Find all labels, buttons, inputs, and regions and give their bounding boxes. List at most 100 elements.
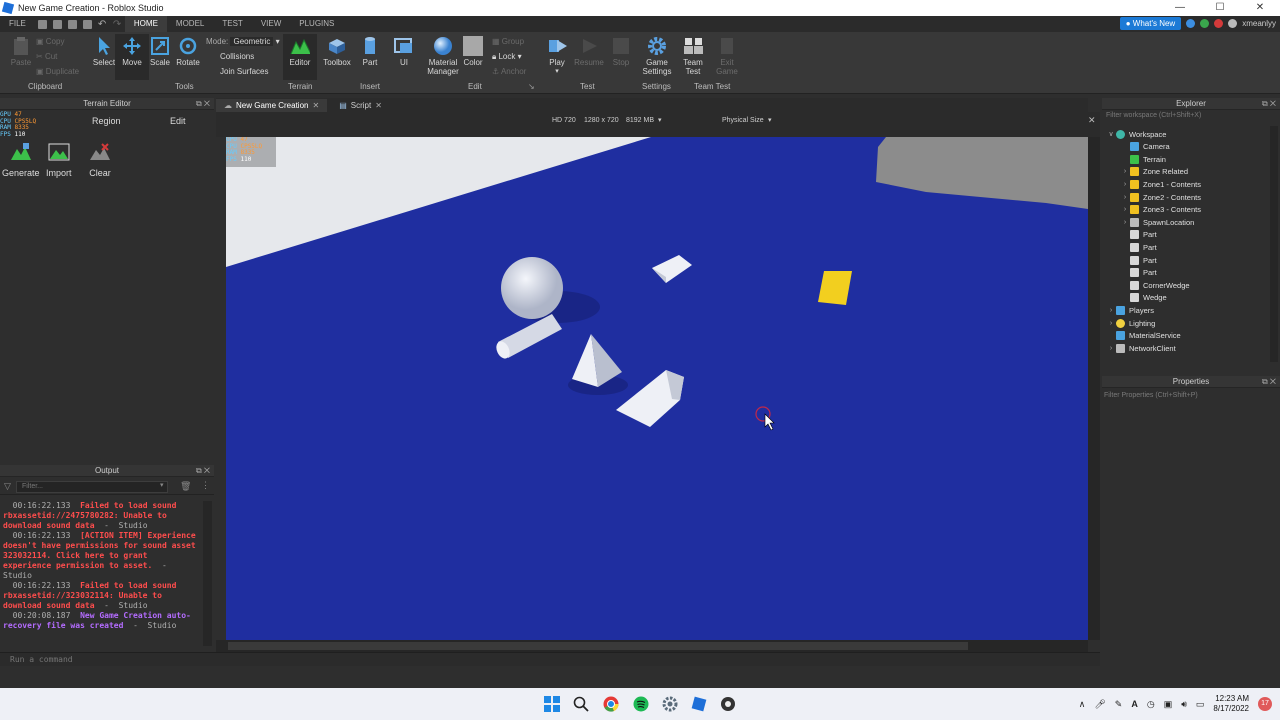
tab-test[interactable]: TEST <box>213 16 251 32</box>
mode-dropdown[interactable]: Mode: Geometric ▾ <box>206 37 280 46</box>
obs-record-icon[interactable] <box>719 695 737 713</box>
explorer-item-lighting[interactable]: › Lighting <box>1106 317 1155 329</box>
explorer-item-part[interactable]: Part <box>1120 241 1157 253</box>
viewport-vertical-scrollbar[interactable] <box>1088 137 1100 640</box>
group-button[interactable]: ▦ Group <box>492 37 524 46</box>
explorer-item-part[interactable]: Part <box>1120 254 1157 266</box>
expand-chevron-icon[interactable]: › <box>1106 345 1116 352</box>
search-icon[interactable] <box>572 695 590 713</box>
part-button[interactable]: Part <box>353 36 387 67</box>
maximize-button[interactable]: ☐ <box>1200 0 1240 16</box>
whats-new-button[interactable]: ● What's New <box>1119 17 1182 30</box>
volume-icon[interactable]: 🔊︎ <box>1181 699 1187 710</box>
output-line[interactable]: 00:16:22.133 [ACTION ITEM] Experience do… <box>3 531 199 581</box>
resolution-label[interactable]: 1280 x 720 <box>584 117 619 124</box>
expand-chevron-icon[interactable]: › <box>1120 168 1130 175</box>
microphone-icon[interactable]: 🎤︎ <box>1094 699 1105 710</box>
tab-model[interactable]: MODEL <box>167 16 213 32</box>
close-tab-icon[interactable]: ✕ <box>312 101 319 110</box>
output-window-controls[interactable]: ⧉ ✕ <box>196 465 210 477</box>
tab-home[interactable]: HOME <box>124 16 167 32</box>
explorer-window-controls[interactable]: ⧉ ✕ <box>1262 98 1276 110</box>
resume-button[interactable]: Resume <box>572 36 606 67</box>
explorer-item-wedge[interactable]: Wedge <box>1120 292 1167 304</box>
chrome-icon[interactable] <box>602 695 620 713</box>
settings-gear-icon[interactable] <box>661 695 679 713</box>
clock-app-icon[interactable]: ◷ <box>1147 699 1155 710</box>
roblox-studio-taskbar-icon[interactable] <box>690 695 708 713</box>
toolbox-button[interactable]: Toolbox <box>320 36 354 67</box>
quality-label[interactable]: HD 720 <box>552 117 576 124</box>
expand-chevron-icon[interactable]: › <box>1120 181 1130 188</box>
explorer-item-materialservice[interactable]: MaterialService <box>1106 330 1181 342</box>
ui-button[interactable]: UI <box>387 36 421 67</box>
explorer-scrollbar[interactable] <box>1270 126 1278 362</box>
tray-expand-icon[interactable]: ∧ <box>1079 699 1086 710</box>
viewport-horizontal-scrollbar[interactable] <box>216 640 1088 652</box>
stop-button[interactable]: Stop <box>604 36 638 67</box>
team-test-button[interactable]: Team Test <box>676 36 710 76</box>
explorer-item-terrain[interactable]: Terrain <box>1120 153 1166 165</box>
tab-script[interactable]: ▤ Script ✕ <box>331 99 390 112</box>
clear-output-icon[interactable]: 🗑︎ <box>180 481 191 492</box>
file-menu[interactable]: FILE <box>0 16 35 32</box>
open-file-icon[interactable] <box>52 19 62 29</box>
team-create-icon[interactable] <box>1200 19 1210 28</box>
command-input[interactable] <box>0 653 1090 665</box>
lock-button[interactable]: 🔒︎ Lock ▾ <box>492 52 522 62</box>
duplicate-button[interactable]: ▣ Duplicate <box>36 67 79 76</box>
expand-chevron-icon[interactable]: › <box>1120 206 1130 213</box>
share-icon[interactable] <box>1228 19 1238 28</box>
expand-chevron-icon[interactable]: › <box>1106 307 1116 314</box>
output-filter-input[interactable]: Filter... <box>16 481 168 493</box>
play-button[interactable]: Play ▾ <box>540 36 574 75</box>
notification-badge[interactable]: 17 <box>1258 697 1272 711</box>
explorer-filter-input[interactable]: Filter workspace (Ctrl+Shift+X) <box>1104 112 1278 124</box>
explorer-item-zone1-contents[interactable]: › Zone1 - Contents <box>1120 178 1201 190</box>
output-menu-icon[interactable]: ⋮ <box>201 480 210 491</box>
expand-chevron-icon[interactable]: › <box>1106 320 1116 327</box>
network-icon[interactable]: ▣ <box>1164 699 1173 710</box>
explorer-item-zone-related[interactable]: › Zone Related <box>1120 166 1188 178</box>
anchor-button[interactable]: ⚓︎ Anchor <box>492 67 526 76</box>
explorer-item-zone3-contents[interactable]: › Zone3 - Contents <box>1120 204 1201 216</box>
edit-expand-icon[interactable]: ↘ <box>528 82 535 91</box>
3d-viewport[interactable]: GPU 47 CPU CPS5LQ RAM 8335 FPS 110 <box>226 137 1088 640</box>
close-window-button[interactable]: ✕ <box>1240 0 1280 16</box>
explorer-item-zone2-contents[interactable]: › Zone2 - Contents <box>1120 191 1201 203</box>
tab-new-game-creation[interactable]: ☁︎ New Game Creation ✕ <box>216 99 328 112</box>
color-button[interactable]: Color <box>456 36 490 67</box>
explorer-item-workspace[interactable]: ∨ Workspace <box>1106 128 1166 140</box>
filter-dropdown-icon[interactable]: ▾ <box>160 481 164 489</box>
terrain-tab-edit[interactable]: Edit <box>170 116 186 126</box>
play-dropdown-icon[interactable]: ▾ <box>555 67 559 75</box>
explorer-item-cornerwedge[interactable]: CornerWedge <box>1120 279 1190 291</box>
terrain-tab-region[interactable]: Region <box>92 116 121 126</box>
rotate-tool-button[interactable]: Rotate <box>171 36 205 67</box>
copy-button[interactable]: ▣ Copy <box>36 37 64 46</box>
terrain-clear-button[interactable]: Clear <box>89 142 111 178</box>
scene-render[interactable] <box>226 137 1088 640</box>
spotify-icon[interactable] <box>632 695 650 713</box>
undo-icon[interactable]: ↶ <box>98 19 107 29</box>
input-language-icon[interactable]: A <box>1131 699 1138 709</box>
properties-window-controls[interactable]: ⧉ ✕ <box>1262 376 1276 388</box>
tab-view[interactable]: VIEW <box>252 16 290 32</box>
cut-button[interactable]: ✂ Cut <box>36 52 57 61</box>
save-icon[interactable] <box>67 19 77 29</box>
memory-label[interactable]: 8192 MB <box>626 117 654 124</box>
terrain-generate-button[interactable]: Generate <box>2 142 40 178</box>
publish-icon[interactable] <box>82 19 92 29</box>
close-device-emulator-icon[interactable]: ✕ <box>1088 115 1096 126</box>
help-icon[interactable] <box>1186 19 1196 28</box>
filter-funnel-icon[interactable]: ▽ <box>4 481 11 492</box>
collisions-toggle[interactable]: Collisions <box>220 52 254 61</box>
size-mode-dropdown-icon[interactable]: ▾ <box>768 116 772 124</box>
redo-icon[interactable]: ↷ <box>113 19 122 29</box>
explorer-item-part[interactable]: Part <box>1120 229 1157 241</box>
record-icon[interactable] <box>1214 19 1224 28</box>
paste-button[interactable]: Paste <box>4 36 38 67</box>
new-file-icon[interactable] <box>37 19 47 29</box>
output-scrollbar[interactable] <box>203 501 212 646</box>
close-tab-icon[interactable]: ✕ <box>375 101 382 110</box>
